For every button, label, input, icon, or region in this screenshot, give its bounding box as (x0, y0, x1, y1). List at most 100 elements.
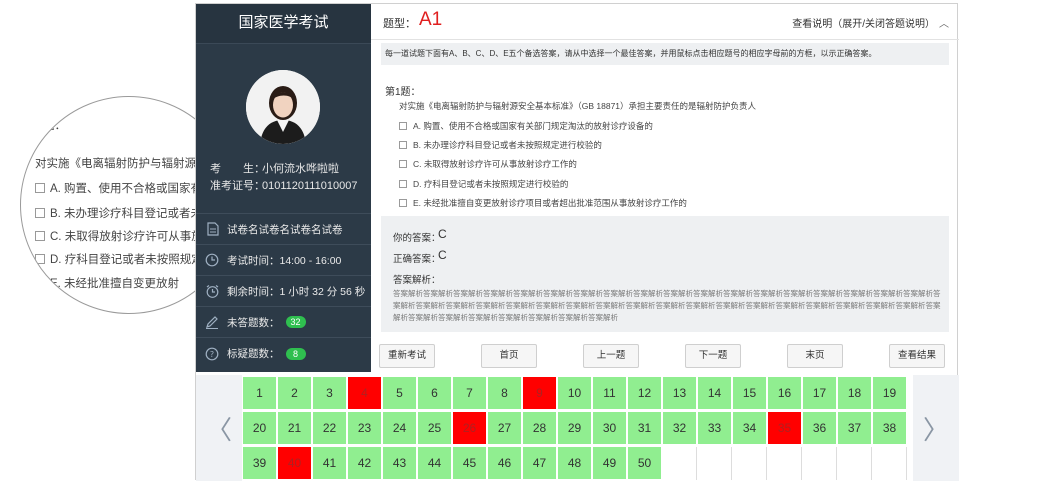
pencil-icon (204, 314, 220, 330)
option-d[interactable]: D. 疗科目登记或者未按照规定进行校验的 (399, 178, 568, 190)
question-cell-22[interactable]: 22 (313, 412, 347, 445)
magnifier-option: D. 疗科目登记或者未按照规定 (35, 251, 203, 267)
question-cell-49[interactable]: 49 (593, 447, 627, 480)
question-cell-38[interactable]: 38 (873, 412, 907, 445)
question-cell-12[interactable]: 12 (628, 377, 662, 410)
next-question-button[interactable]: 下一题 (685, 344, 741, 368)
question-cell-39[interactable]: 39 (243, 447, 277, 480)
option-c[interactable]: C. 未取得放射诊疗许可从事放射诊疗工作的 (399, 158, 577, 170)
grid-next-button[interactable]: 〉 (913, 375, 959, 481)
question-cell-2[interactable]: 2 (278, 377, 312, 410)
question-cell-18[interactable]: 18 (838, 377, 872, 410)
question-cell-23[interactable]: 23 (348, 412, 382, 445)
question-cell-24[interactable]: 24 (383, 412, 417, 445)
option-text: B. 未办理诊疗科目登记或者未按照规定进行校验的 (413, 140, 602, 150)
question-cell-32[interactable]: 32 (663, 412, 697, 445)
question-cell-42[interactable]: 42 (348, 447, 382, 480)
option-text: E. 未经批准擅自变更放射诊疗项目或者超出批准范围从事放射诊疗工作的 (413, 198, 687, 208)
first-page-button[interactable]: 首页 (481, 344, 537, 368)
grid-prev-button[interactable]: 〈 (196, 375, 242, 481)
question-cell-15[interactable]: 15 (733, 377, 767, 410)
sidebar-item-label: 试卷名试卷名试卷名试卷 (227, 223, 343, 236)
empty-cell (803, 447, 837, 480)
option-checkbox[interactable] (399, 199, 407, 207)
option-e[interactable]: E. 未经批准擅自变更放射诊疗项目或者超出批准范围从事放射诊疗工作的 (399, 197, 687, 209)
question-cell-41[interactable]: 41 (313, 447, 347, 480)
toggle-instructions-link[interactable]: 查看说明（展开/关闭答题说明） ︿ (792, 15, 949, 30)
answer-panel: 你的答案： C 正确答案： C 答案解析： 答案解析答案解析答案解析答案解析答案… (381, 216, 949, 332)
magnifier-checkbox (35, 208, 45, 218)
option-text: C. 未取得放射诊疗许可从事放射诊疗工作的 (413, 159, 577, 169)
sidebar-item-flagged[interactable]: ? 标疑题数： 8 (196, 338, 371, 369)
last-page-button[interactable]: 末页 (787, 344, 843, 368)
question-cell-27[interactable]: 27 (488, 412, 522, 445)
question-cell-6[interactable]: 6 (418, 377, 452, 410)
question-cell-44[interactable]: 44 (418, 447, 452, 480)
question-cell-11[interactable]: 11 (593, 377, 627, 410)
ticket-number: 0101120111010007 (262, 180, 358, 192)
view-results-button[interactable]: 查看结果 (889, 344, 945, 368)
chevron-left-icon: 〈 (205, 414, 232, 445)
question-cell-5[interactable]: 5 (383, 377, 417, 410)
question-cell-28[interactable]: 28 (523, 412, 557, 445)
option-text: D. 疗科目登记或者未按照规定进行校验的 (413, 179, 569, 189)
empty-cell (873, 447, 907, 480)
question-type-value: A1 (419, 9, 443, 30)
question-cell-10[interactable]: 10 (558, 377, 592, 410)
magnifier-line: 对实施《电离辐射防护与辐射源安 (35, 158, 208, 170)
question-cell-40[interactable]: 40 (278, 447, 312, 480)
question-cell-4[interactable]: 4 (348, 377, 382, 410)
question-cell-1[interactable]: 1 (243, 377, 277, 410)
option-checkbox[interactable] (399, 160, 407, 168)
sidebar-item-unanswered[interactable]: 未答题数： 32 (196, 307, 371, 338)
question-cell-25[interactable]: 25 (418, 412, 452, 445)
question-cell-8[interactable]: 8 (488, 377, 522, 410)
question-cell-13[interactable]: 13 (663, 377, 697, 410)
question-cell-33[interactable]: 33 (698, 412, 732, 445)
question-cell-7[interactable]: 7 (453, 377, 487, 410)
question-cell-48[interactable]: 48 (558, 447, 592, 480)
alarm-clock-icon (204, 283, 220, 299)
question-cell-35[interactable]: 35 (768, 412, 802, 445)
empty-cell (733, 447, 767, 480)
question-cell-3[interactable]: 3 (313, 377, 347, 410)
empty-cell (663, 447, 697, 480)
question-cell-31[interactable]: 31 (628, 412, 662, 445)
sidebar-item-label: 未答题数： (227, 316, 280, 329)
option-checkbox[interactable] (399, 122, 407, 130)
question-navigator: 〈 1 2 3 4 5 6 7 8 9 10 11 12 13 14 15 16 17 18 19 20 21 22 23 2… (196, 375, 959, 481)
question-cell-30[interactable]: 30 (593, 412, 627, 445)
question-cell-37[interactable]: 37 (838, 412, 872, 445)
question-cell-34[interactable]: 34 (733, 412, 767, 445)
question-cell-47[interactable]: 47 (523, 447, 557, 480)
option-b[interactable]: B. 未办理诊疗科目登记或者未按照规定进行校验的 (399, 139, 602, 151)
question-stem: 对实施《电离辐射防护与辐射源安全基本标准》（GB 18871）承担主要责任的是辐… (399, 101, 757, 111)
question-cell-21[interactable]: 21 (278, 412, 312, 445)
previous-question-button[interactable]: 上一题 (583, 344, 639, 368)
instructions-notice: 每一道试题下面有A、B、C、D、E五个备选答案，请从中选择一个最佳答案，并用鼠标… (381, 43, 949, 65)
question-cell-16[interactable]: 16 (768, 377, 802, 410)
question-cell-26[interactable]: 26 (453, 412, 487, 445)
question-cell-43[interactable]: 43 (383, 447, 417, 480)
question-cell-17[interactable]: 17 (803, 377, 837, 410)
question-cell-20[interactable]: 20 (243, 412, 277, 445)
question-cell-50[interactable]: 50 (628, 447, 662, 480)
question-cell-19[interactable]: 19 (873, 377, 907, 410)
option-checkbox[interactable] (399, 180, 407, 188)
question-cell-9[interactable]: 9 (523, 377, 557, 410)
sidebar-item-paper: 试卷名试卷名试卷名试卷 (196, 214, 371, 245)
analysis-label: 答案解析： (393, 275, 441, 286)
question-cell-14[interactable]: 14 (698, 377, 732, 410)
magnifier-checkbox (35, 183, 45, 193)
question-cell-45[interactable]: 45 (453, 447, 487, 480)
question-cell-36[interactable]: 36 (803, 412, 837, 445)
main-panel: 题型： A1 查看说明（展开/关闭答题说明） ︿ 每一道试题下面有A、B、C、D、… (371, 4, 959, 372)
question-cell-46[interactable]: 46 (488, 447, 522, 480)
option-a[interactable]: A. 购置、使用不合格或国家有关部门规定淘汰的放射诊疗设备的 (399, 120, 653, 132)
restart-exam-button[interactable]: 重新考试 (379, 344, 435, 368)
sidebar-item-label: 考试时间：14:00 - 16:00 (227, 254, 342, 267)
question-cell-29[interactable]: 29 (558, 412, 592, 445)
app-title: 国家医学考试 (196, 4, 371, 44)
toggle-instructions-label: 查看说明（展开/关闭答题说明） (792, 19, 935, 30)
option-checkbox[interactable] (399, 141, 407, 149)
